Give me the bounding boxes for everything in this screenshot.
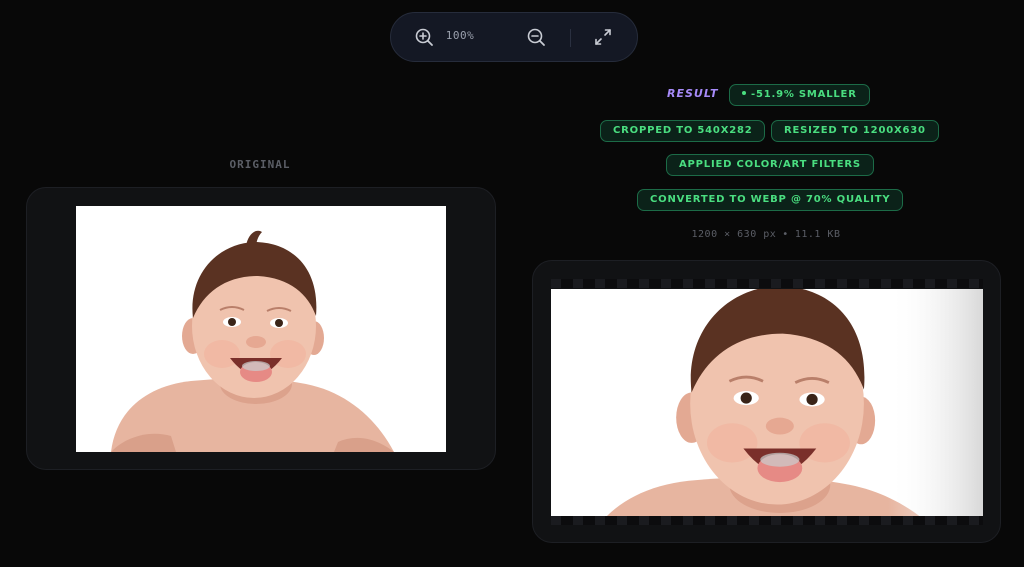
image-compare-view: 100% ORIGINAL RESULT -51.9% SMALLER CROP…: [0, 0, 1024, 567]
toolbar-divider: [570, 29, 571, 47]
operation-chip: CONVERTED TO WEBP @ 70% QUALITY: [637, 189, 904, 211]
original-label: ORIGINAL: [229, 158, 291, 171]
dot-icon: [742, 91, 746, 95]
result-frame-bottom-strip: [551, 516, 983, 525]
operation-chip: CROPPED TO 540X282: [600, 120, 766, 142]
result-image: [551, 289, 983, 516]
fullscreen-button[interactable]: [591, 25, 615, 49]
zoom-in-icon: [415, 28, 433, 46]
result-label: RESULT: [667, 87, 719, 100]
zoom-level-readout: 100%: [445, 29, 475, 42]
meta-separator: •: [782, 229, 789, 240]
operation-chip: APPLIED COLOR/ART FILTERS: [666, 154, 874, 176]
size-change-text: -51.9% SMALLER: [751, 89, 857, 100]
result-dimensions: 1200 × 630 px: [691, 229, 777, 240]
zoom-in-button[interactable]: [412, 25, 436, 49]
original-image: [76, 206, 446, 452]
zoom-out-icon: [527, 28, 545, 46]
expand-icon: [595, 29, 611, 45]
zoom-out-button[interactable]: [524, 25, 548, 49]
operation-chip: RESIZED TO 1200X630: [771, 120, 939, 142]
result-frame-top-strip: [551, 279, 983, 288]
result-meta: 1200 × 630 px • 11.1 KB: [692, 229, 841, 240]
size-change-badge: -51.9% SMALLER: [729, 84, 870, 106]
result-file-size: 11.1 KB: [794, 229, 841, 240]
